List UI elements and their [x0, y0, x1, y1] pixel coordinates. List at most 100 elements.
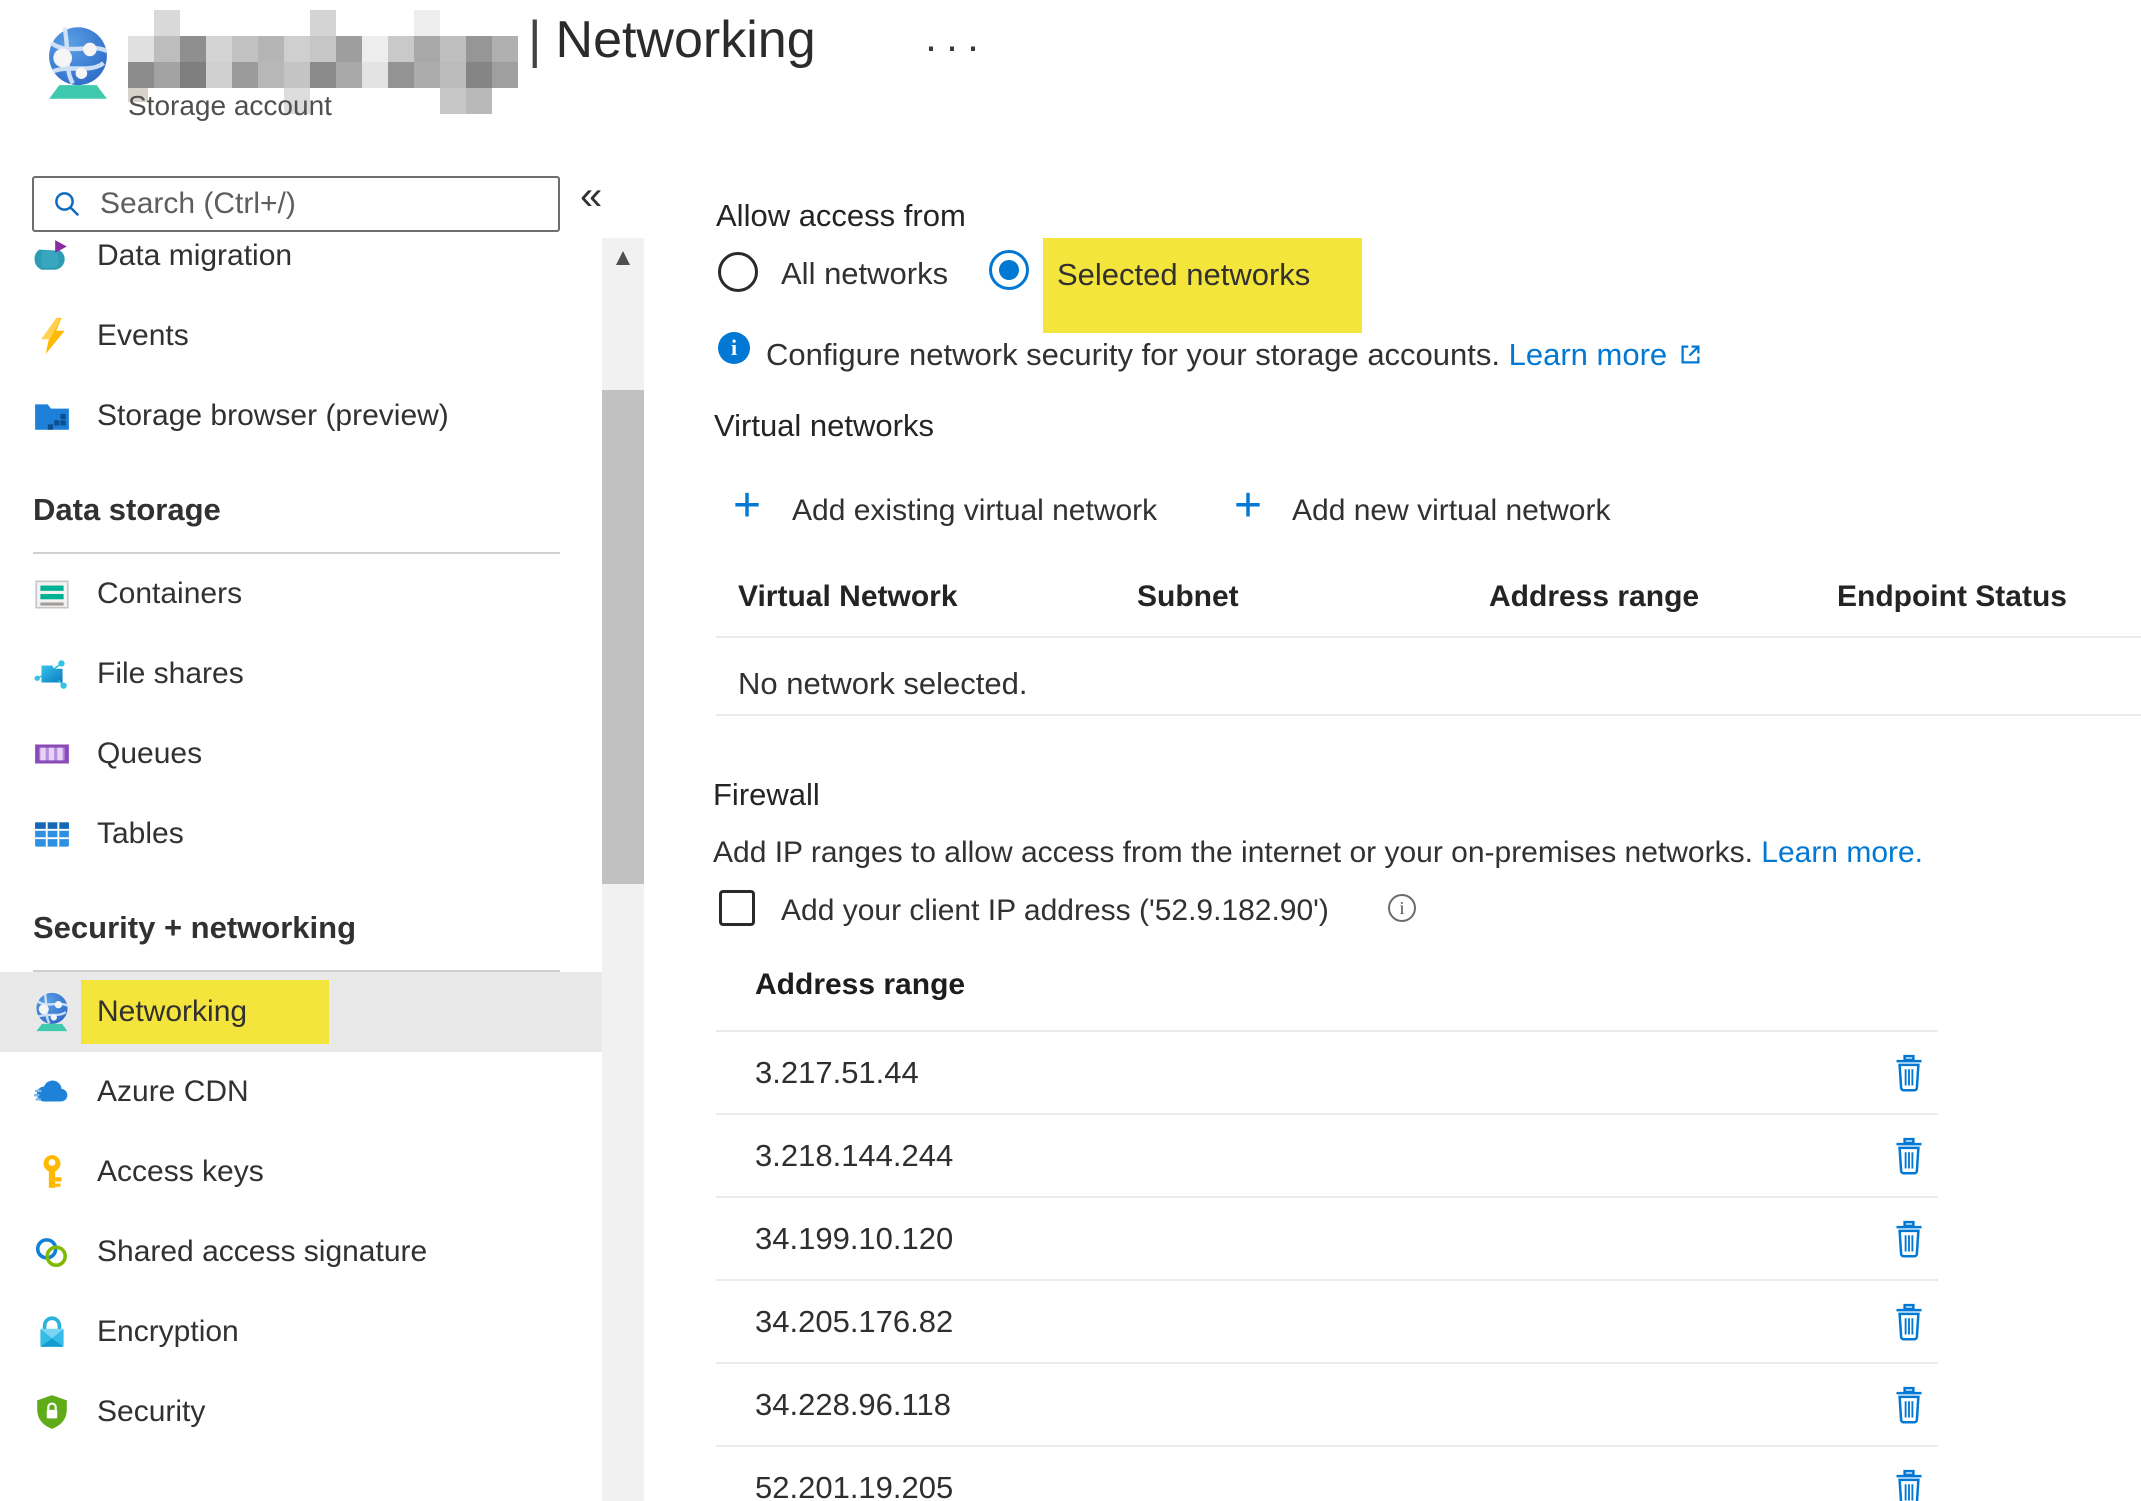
firewall-description-text: Add IP ranges to allow access from the i…: [713, 836, 1753, 869]
sidebar-item-queues[interactable]: Queues: [0, 714, 602, 794]
sidebar-item-networking[interactable]: Networking: [0, 972, 602, 1052]
add-new-vnet-button[interactable]: Add new virtual network: [1292, 494, 1611, 528]
ip-address-value: 34.205.176.82: [755, 1304, 953, 1340]
ip-rule-row: 34.205.176.82: [716, 1279, 1938, 1362]
plus-icon[interactable]: +: [733, 482, 761, 530]
queues-icon: [33, 733, 71, 775]
sidebar-collapse-button[interactable]: «: [580, 174, 602, 219]
vnet-empty-message: No network selected.: [738, 666, 1027, 702]
storage-account-network-icon: [44, 18, 112, 108]
trash-icon: [1894, 1329, 1924, 1344]
ip-address-value: 3.217.51.44: [755, 1055, 919, 1091]
delete-ip-button[interactable]: [1894, 1469, 1924, 1501]
sidebar-item-file-shares[interactable]: File shares: [0, 634, 602, 714]
radio-selected-networks-label[interactable]: Selected networks: [1057, 257, 1310, 293]
sidebar-item-access-keys[interactable]: Access keys: [0, 1132, 602, 1212]
security-icon: [33, 1391, 71, 1433]
info-banner-text: Configure network security for your stor…: [766, 337, 1704, 376]
trash-icon: [1894, 1495, 1924, 1501]
networking-icon: [33, 991, 71, 1033]
resource-type-subtitle: Storage account: [128, 90, 332, 122]
client-ip-info-icon: i: [1388, 894, 1416, 922]
sidebar-groups: Data migration Events Storage browser (pre…: [0, 236, 602, 1452]
vnet-column-header-3: Endpoint Status: [1837, 580, 2067, 614]
scrollbar-up-arrow-icon[interactable]: ▲: [602, 244, 644, 272]
sidebar-item-label: Networking: [81, 980, 329, 1044]
data-migration-icon: [33, 236, 71, 277]
plus-icon[interactable]: +: [1234, 482, 1262, 530]
search-input[interactable]: [98, 186, 558, 222]
radio-all-networks[interactable]: [718, 252, 758, 292]
sidebar-item-label: Events: [97, 319, 189, 353]
encryption-icon: [33, 1311, 71, 1353]
ip-address-value: 34.199.10.120: [755, 1221, 953, 1257]
add-client-ip-label[interactable]: Add your client IP address ('52.9.182.90…: [781, 894, 1329, 928]
sidebar-search[interactable]: [32, 176, 560, 232]
radio-selected-networks[interactable]: [989, 250, 1029, 290]
sidebar-item-azure-cdn[interactable]: Azure CDN: [0, 1052, 602, 1132]
delete-ip-button[interactable]: [1894, 1137, 1924, 1175]
sidebar-item-containers[interactable]: Containers: [0, 554, 602, 634]
sidebar-item-tables[interactable]: Tables: [0, 794, 602, 874]
title-separator: |: [528, 11, 542, 69]
external-link-icon: [1677, 340, 1704, 375]
firewall-ip-rules-list: 3.217.51.44 3.218.144.244 34.199.10.120 34.…: [716, 1030, 1938, 1501]
sidebar-item-shared-access-signature[interactable]: Shared access signature: [0, 1212, 602, 1292]
ip-rule-row: 3.217.51.44: [716, 1030, 1938, 1113]
table-divider: [716, 714, 2141, 716]
events-icon: [33, 315, 71, 357]
vnet-column-header-1: Subnet: [1137, 580, 1239, 614]
sidebar-item-label: Access keys: [97, 1155, 264, 1189]
delete-ip-button[interactable]: [1894, 1303, 1924, 1341]
sidebar-item-data-migration[interactable]: Data migration: [0, 236, 602, 296]
ip-rule-row: 34.199.10.120: [716, 1196, 1938, 1279]
sidebar-scrollbar-thumb[interactable]: [602, 390, 644, 884]
firewall-description: Add IP ranges to allow access from the i…: [713, 836, 1923, 870]
containers-icon: [33, 573, 71, 615]
access-keys-icon: [33, 1151, 71, 1193]
vnet-column-header-0: Virtual Network: [738, 580, 958, 614]
delete-ip-button[interactable]: [1894, 1220, 1924, 1258]
sidebar-item-storage-browser-preview[interactable]: Storage browser (preview): [0, 376, 602, 456]
ip-address-value: 3.218.144.244: [755, 1138, 953, 1174]
sidebar-item-encryption[interactable]: Encryption: [0, 1292, 602, 1372]
sidebar-item-label: Azure CDN: [97, 1075, 249, 1109]
more-menu-button[interactable]: ···: [924, 22, 987, 70]
info-icon: i: [718, 332, 750, 364]
table-divider: [716, 636, 2141, 638]
address-range-column-header: Address range: [755, 968, 965, 1002]
sidebar-item-label: Storage browser (preview): [97, 399, 449, 433]
firewall-learn-more-link[interactable]: Learn more.: [1761, 836, 1923, 869]
radio-all-networks-label[interactable]: All networks: [781, 256, 948, 292]
vnet-column-header-2: Address range: [1489, 580, 1699, 614]
sidebar-item-label: Security: [97, 1395, 205, 1429]
sidebar-section-header-security-networking: Security + networking: [0, 874, 602, 946]
radio-dot: [999, 260, 1019, 280]
sidebar-item-label: Shared access signature: [97, 1235, 427, 1269]
add-client-ip-checkbox[interactable]: [719, 890, 755, 926]
trash-icon: [1894, 1080, 1924, 1095]
sidebar-item-label: Tables: [97, 817, 184, 851]
sidebar-section-header-data-storage: Data storage: [0, 456, 602, 528]
delete-ip-button[interactable]: [1894, 1386, 1924, 1424]
delete-ip-button[interactable]: [1894, 1054, 1924, 1092]
sidebar-item-label: File shares: [97, 657, 244, 691]
tables-icon: [33, 813, 71, 855]
virtual-networks-title: Virtual networks: [714, 408, 934, 444]
sidebar-item-events[interactable]: Events: [0, 296, 602, 376]
storage-browser-icon: [33, 395, 71, 437]
sidebar-item-label: Encryption: [97, 1315, 239, 1349]
title-text: Networking: [556, 11, 816, 69]
page-title: |Networking: [528, 10, 816, 70]
trash-icon: [1894, 1163, 1924, 1178]
trash-icon: [1894, 1412, 1924, 1427]
azure-portal-networking-page: |Networking ··· Storage account « Data m…: [0, 0, 2141, 1501]
firewall-title: Firewall: [713, 777, 820, 813]
ip-rule-row: 3.218.144.244: [716, 1113, 1938, 1196]
ip-address-value: 34.228.96.118: [755, 1387, 951, 1423]
sidebar-item-label: Data migration: [97, 239, 292, 273]
allow-access-label: Allow access from: [716, 198, 966, 234]
add-existing-vnet-button[interactable]: Add existing virtual network: [792, 494, 1157, 528]
sidebar-item-security[interactable]: Security: [0, 1372, 602, 1452]
learn-more-link[interactable]: Learn more: [1509, 337, 1668, 372]
